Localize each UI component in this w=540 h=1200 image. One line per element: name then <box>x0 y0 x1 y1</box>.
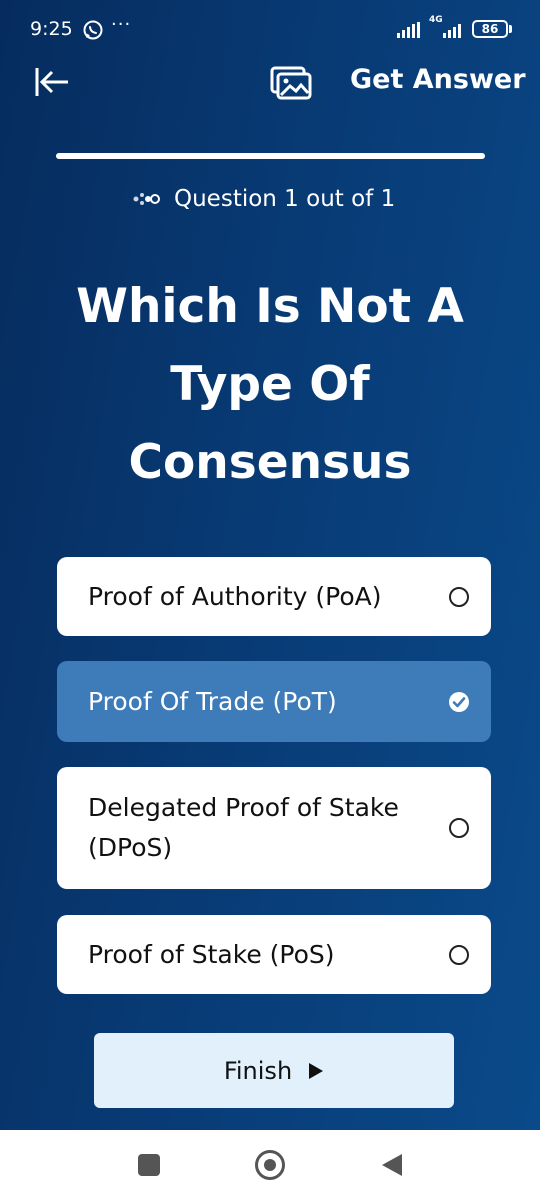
image-gallery-icon <box>270 66 312 100</box>
option-label: Proof of Stake (PoS) <box>88 939 335 969</box>
option-proof-of-stake[interactable]: Proof of Stake (PoS) <box>57 915 491 994</box>
radio-checked-icon[interactable] <box>448 691 470 713</box>
option-label: Delegated Proof of Stake (DPoS) <box>88 793 399 862</box>
battery-tip <box>509 25 512 33</box>
question-counter-text: Question 1 out of 1 <box>174 186 396 212</box>
option-proof-of-trade[interactable]: Proof Of Trade (PoT) <box>57 661 491 742</box>
home-dot <box>264 1159 276 1171</box>
battery-icon: 86 <box>472 20 508 38</box>
quiz-screen: 9:25 ··· 4G 86 Get Answer Question 1 out… <box>0 0 540 1130</box>
option-delegated-proof-of-stake[interactable]: Delegated Proof of Stake (DPoS) <box>57 767 491 889</box>
finish-label: Finish <box>223 1056 293 1085</box>
play-icon <box>309 1062 324 1079</box>
option-proof-of-authority[interactable]: Proof of Authority (PoA) <box>57 557 491 636</box>
signal-icon-secondary <box>443 24 461 38</box>
gallery-button[interactable] <box>270 66 312 100</box>
radio-unchecked-icon[interactable] <box>449 944 469 965</box>
status-more-icon: ··· <box>111 14 132 35</box>
progress-bar <box>56 153 485 159</box>
whatsapp-icon <box>83 20 103 40</box>
nav-back-icon[interactable] <box>381 1153 403 1177</box>
radio-unchecked-icon[interactable] <box>449 586 469 607</box>
home-button[interactable] <box>255 1150 285 1180</box>
get-answer-button[interactable]: Get Answer <box>350 64 526 95</box>
system-nav-bar <box>0 1130 540 1200</box>
battery-level: 86 <box>481 22 499 36</box>
question-counter: Question 1 out of 1 <box>130 184 395 214</box>
back-button[interactable] <box>34 64 72 100</box>
radio-unchecked-icon[interactable] <box>449 818 469 838</box>
question-sparkle-icon <box>133 193 160 205</box>
status-bar: 9:25 ··· 4G 86 <box>0 0 540 60</box>
option-label: Proof of Authority (PoA) <box>88 581 382 611</box>
back-arrow-icon <box>35 68 68 96</box>
network-type-label: 4G <box>429 15 443 25</box>
progress-fill <box>56 153 485 159</box>
option-label: Proof Of Trade (PoT) <box>88 686 337 716</box>
recents-button[interactable] <box>138 1154 160 1176</box>
status-time: 9:25 <box>30 18 73 40</box>
question-title: Which Is Not A Type Of Consensus <box>76 279 464 490</box>
signal-icon <box>397 22 420 38</box>
finish-button[interactable]: Finish <box>94 1033 454 1108</box>
